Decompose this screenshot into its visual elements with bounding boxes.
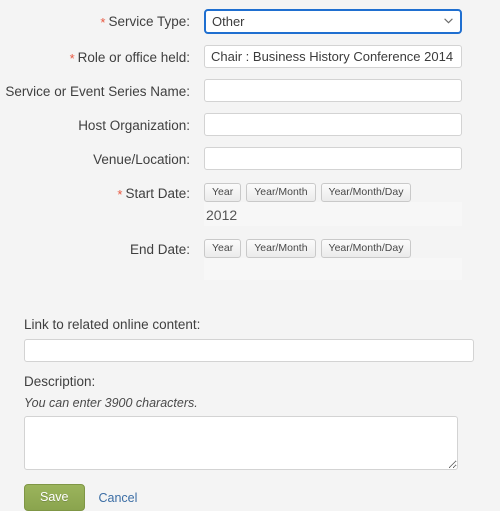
field-row-series-name: Service or Event Series Name: bbox=[0, 79, 500, 102]
label-start-date: * Start Date: bbox=[0, 181, 190, 202]
field-row-role: * Role or office held: bbox=[0, 45, 500, 68]
end-date-value[interactable] bbox=[204, 258, 462, 280]
label-service-type: * Service Type: bbox=[0, 9, 190, 30]
field-row-end-date: End Date: Year Year/Month Year/Month/Day bbox=[0, 237, 500, 280]
required-asterisk-start-date: * bbox=[117, 187, 123, 202]
venue-input[interactable] bbox=[204, 147, 462, 170]
field-cell-series-name bbox=[190, 79, 500, 102]
label-link: Link to related online content: bbox=[24, 317, 201, 332]
section-description: Description: You can enter 3900 characte… bbox=[0, 374, 500, 470]
label-end-date: End Date: bbox=[0, 237, 190, 258]
end-date-granularity-year-month-day[interactable]: Year/Month/Day bbox=[320, 239, 412, 258]
link-input[interactable] bbox=[24, 339, 474, 362]
field-row-start-date: * Start Date: Year Year/Month Year/Month/… bbox=[0, 181, 500, 226]
label-text-service-type: Service Type: bbox=[108, 14, 190, 29]
service-type-select-wrap: Other bbox=[204, 9, 462, 34]
end-date-granularity-year-month[interactable]: Year/Month bbox=[246, 239, 316, 258]
form-actions: Save Cancel bbox=[0, 484, 500, 511]
label-venue: Venue/Location: bbox=[0, 147, 190, 168]
save-button[interactable]: Save bbox=[24, 484, 85, 511]
label-text-start-date: Start Date: bbox=[125, 186, 190, 201]
required-asterisk-role: * bbox=[69, 51, 75, 66]
start-date-granularity-year-month-day[interactable]: Year/Month/Day bbox=[320, 183, 412, 202]
series-name-input[interactable] bbox=[204, 79, 462, 102]
start-date-granularity-buttons: Year Year/Month Year/Month/Day bbox=[204, 181, 500, 202]
field-cell-start-date: Year Year/Month Year/Month/Day 2012 bbox=[190, 181, 500, 226]
description-help-text: You can enter 3900 characters. bbox=[24, 396, 198, 410]
label-text-role: Role or office held: bbox=[77, 50, 190, 65]
service-type-select[interactable]: Other bbox=[204, 9, 462, 34]
field-cell-role bbox=[190, 45, 500, 68]
section-link: Link to related online content: bbox=[0, 317, 500, 362]
label-role: * Role or office held: bbox=[0, 45, 190, 66]
cancel-link[interactable]: Cancel bbox=[99, 491, 138, 505]
service-record-form: * Service Type: Other * Role or office hel… bbox=[0, 0, 500, 511]
field-cell-host-organization bbox=[190, 113, 500, 136]
label-series-name: Service or Event Series Name: bbox=[0, 79, 190, 100]
field-row-service-type: * Service Type: Other bbox=[0, 9, 500, 34]
end-date-granularity-year[interactable]: Year bbox=[204, 239, 242, 258]
start-date-granularity-year[interactable]: Year bbox=[204, 183, 242, 202]
label-text-series-name: Service or Event Series Name: bbox=[5, 84, 190, 99]
role-input[interactable] bbox=[204, 45, 462, 68]
end-date-granularity-buttons: Year Year/Month Year/Month/Day bbox=[204, 237, 500, 258]
required-asterisk-service-type: * bbox=[100, 15, 106, 30]
field-cell-end-date: Year Year/Month Year/Month/Day bbox=[190, 237, 500, 280]
label-text-venue: Venue/Location: bbox=[93, 152, 190, 167]
start-date-granularity-year-month[interactable]: Year/Month bbox=[246, 183, 316, 202]
top-spacer bbox=[0, 0, 500, 9]
field-row-host-organization: Host Organization: bbox=[0, 113, 500, 136]
field-cell-service-type: Other bbox=[190, 9, 500, 34]
link-description-spacer bbox=[0, 362, 500, 374]
label-text-end-date: End Date: bbox=[129, 242, 190, 257]
start-date-value[interactable]: 2012 bbox=[204, 202, 462, 226]
label-text-host-organization: Host Organization: bbox=[78, 118, 190, 133]
host-organization-input[interactable] bbox=[204, 113, 462, 136]
field-row-venue: Venue/Location: bbox=[0, 147, 500, 170]
description-textarea[interactable] bbox=[24, 416, 458, 470]
label-description: Description: bbox=[24, 374, 96, 389]
label-host-organization: Host Organization: bbox=[0, 113, 190, 134]
field-cell-venue bbox=[190, 147, 500, 170]
